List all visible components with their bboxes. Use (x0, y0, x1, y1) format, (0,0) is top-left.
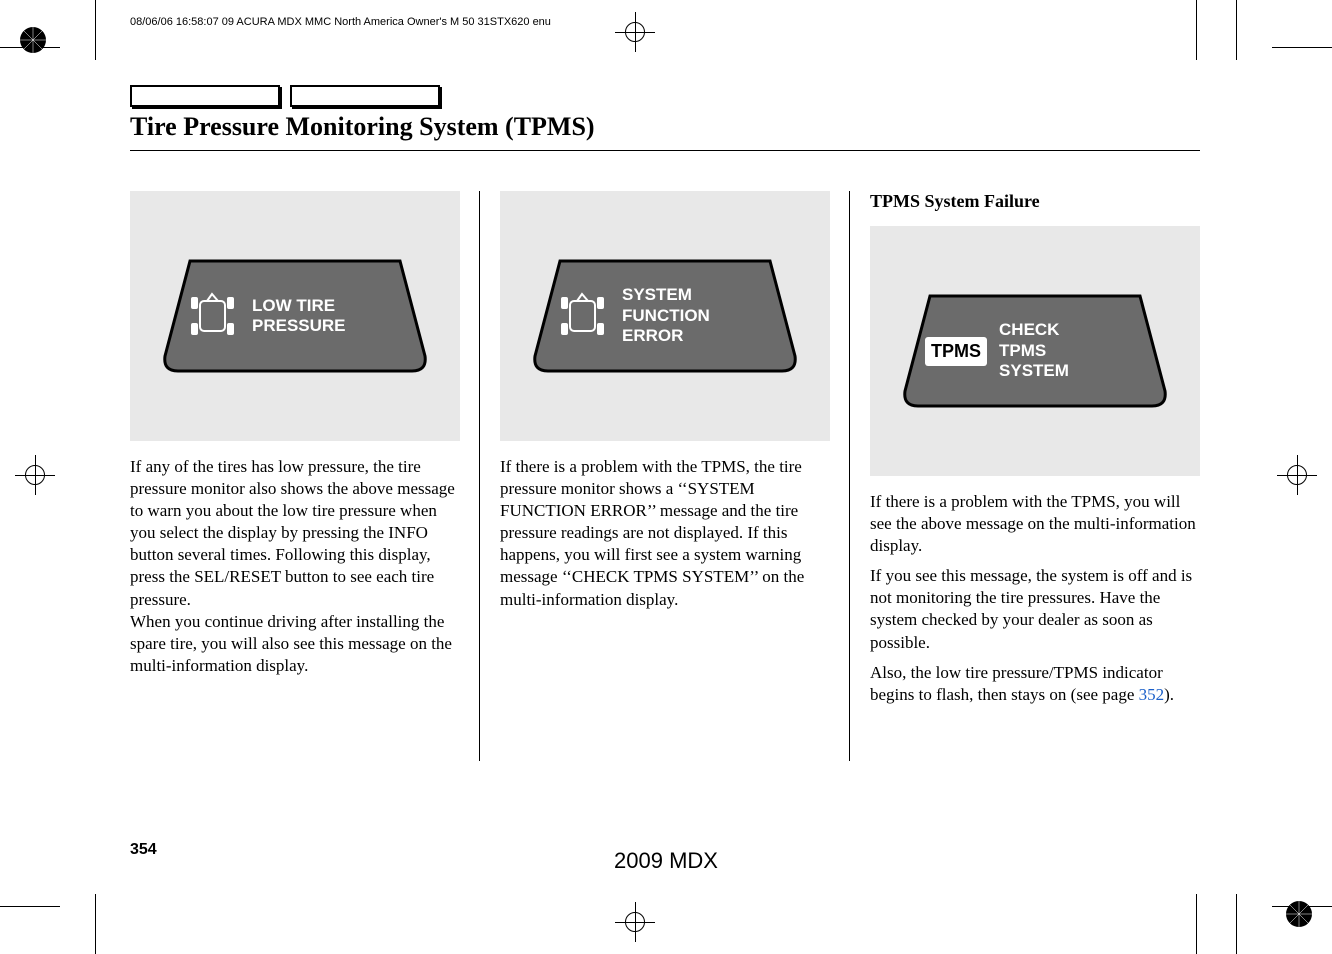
display-message: SYSTEM FUNCTION ERROR (622, 285, 710, 346)
paragraph: If there is a problem with the TPMS, you… (870, 491, 1200, 557)
crop-mark (1272, 47, 1332, 48)
paragraph: If any of the tires has low pressure, th… (130, 456, 460, 611)
page-title: Tire Pressure Monitoring System (TPMS) (130, 112, 1200, 142)
column-1: LOW TIRE PRESSURE If any of the tires ha… (130, 191, 480, 714)
dashboard-display: TPMS CHECK TPMS SYSTEM (900, 291, 1170, 411)
registration-mark-icon (1277, 455, 1317, 495)
footer-model: 2009 MDX (0, 848, 1332, 874)
car-tires-icon (185, 291, 240, 341)
registration-mark-icon (615, 902, 655, 942)
title-rule (130, 150, 1200, 151)
display-message: CHECK TPMS SYSTEM (999, 320, 1069, 381)
display-panel: LOW TIRE PRESSURE (130, 191, 460, 441)
paragraph: Also, the low tire pressure/TPMS indicat… (870, 662, 1200, 706)
tab-box (130, 85, 280, 107)
star-mark-icon (1284, 899, 1314, 929)
page-reference-link[interactable]: 352 (1139, 685, 1165, 704)
text: Also, the low tire pressure/TPMS indicat… (870, 663, 1163, 704)
body-text: If there is a problem with the TPMS, you… (870, 491, 1200, 706)
tpms-badge-icon: TPMS (925, 337, 987, 366)
paragraph: If there is a problem with the TPMS, the… (500, 456, 830, 611)
crop-mark (0, 906, 60, 907)
star-mark-icon (18, 25, 48, 55)
crop-mark (95, 894, 96, 954)
dashboard-display: LOW TIRE PRESSURE (160, 256, 430, 376)
paragraph: If you see this message, the system is o… (870, 565, 1200, 653)
header-metadata: 08/06/06 16:58:07 09 ACURA MDX MMC North… (130, 16, 551, 28)
display-panel: SYSTEM FUNCTION ERROR (500, 191, 830, 441)
crop-mark (1196, 894, 1197, 954)
crop-mark (95, 0, 96, 60)
column-3: TPMS System Failure TPMS CHECK TPMS SYST… (850, 191, 1200, 714)
tab-boxes (130, 85, 1200, 107)
columns: LOW TIRE PRESSURE If any of the tires ha… (130, 191, 1200, 714)
tab-box (290, 85, 440, 107)
section-heading: TPMS System Failure (870, 191, 1200, 212)
body-text: If there is a problem with the TPMS, the… (500, 456, 830, 611)
paragraph: When you continue driving after installi… (130, 611, 460, 677)
display-message: LOW TIRE PRESSURE (252, 296, 346, 337)
body-text: If any of the tires has low pressure, th… (130, 456, 460, 677)
car-tires-icon (555, 291, 610, 341)
registration-mark-icon (15, 455, 55, 495)
registration-mark-icon (615, 12, 655, 52)
dashboard-display: SYSTEM FUNCTION ERROR (530, 256, 800, 376)
page-content: Tire Pressure Monitoring System (TPMS) (130, 85, 1200, 714)
display-panel: TPMS CHECK TPMS SYSTEM (870, 226, 1200, 476)
column-2: SYSTEM FUNCTION ERROR If there is a prob… (480, 191, 850, 714)
text: ). (1164, 685, 1174, 704)
crop-mark (1196, 0, 1197, 60)
crop-mark (1236, 0, 1237, 60)
crop-mark (1236, 894, 1237, 954)
